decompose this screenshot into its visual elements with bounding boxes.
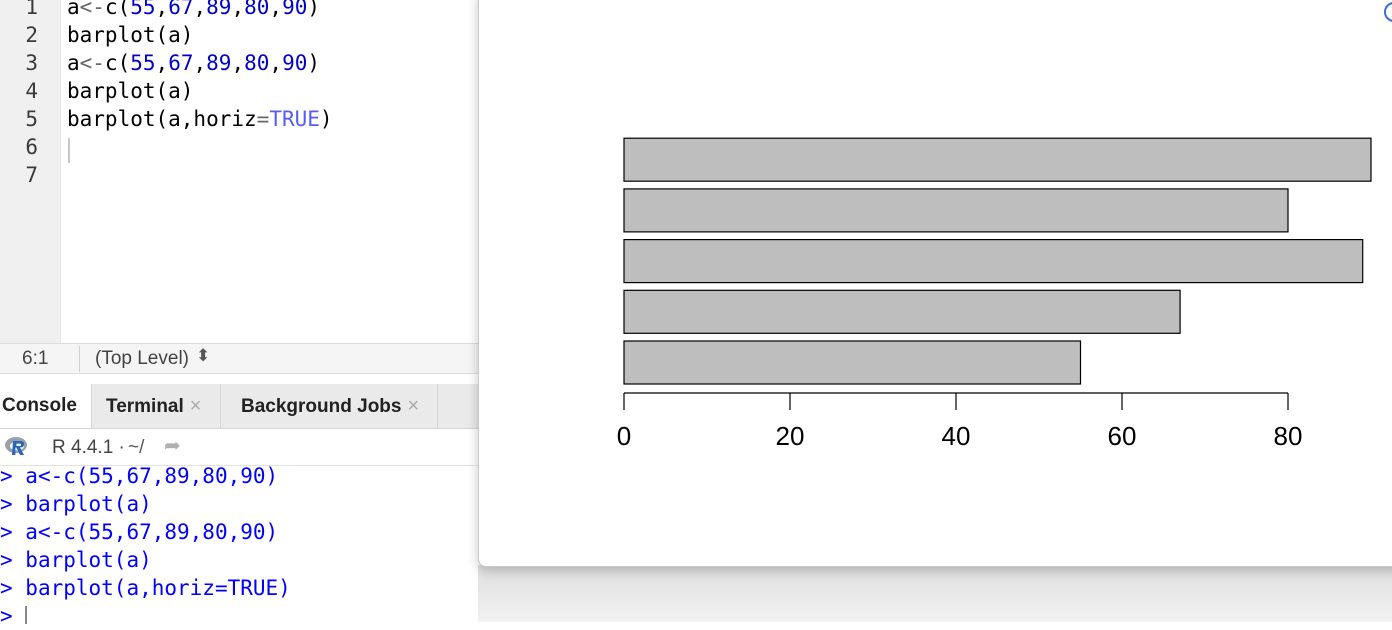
bar-1 [623,340,1082,385]
bar-3 [623,239,1364,284]
x-tick-label: 20 [776,421,805,451]
code-token: 80 [244,51,270,75]
console-history-line: > a<-c(55,67,89,80,90) [0,462,278,490]
plot-window[interactable]: 0 20 40 60 80 [478,0,1392,567]
code-token: ) [319,107,333,131]
code-line[interactable]: barplot(a) [67,77,193,105]
barplot-chart: 0 20 40 60 80 [617,137,1372,451]
console-history-line: > barplot(a) [0,490,152,518]
code-token: barplot(a) [67,79,194,103]
console-command: barplot(a) [25,492,152,516]
code-token: a [67,51,80,75]
tab-background-jobs[interactable]: Background Jobs × [222,384,438,428]
console-command: a<-c(55,67,89,80,90) [25,520,279,544]
console-history-line: > barplot(a,horiz=TRUE) [0,574,291,602]
code-token: ) [307,0,321,19]
console-command: barplot(a,horiz=TRUE) [25,576,291,600]
scope-selector[interactable]: (Top Level) [95,348,189,370]
status-divider [79,346,80,372]
code-token: 80 [244,0,270,19]
code-token: 55 [130,0,156,19]
r-logo-icon [5,437,27,455]
line-number: 3 [25,51,38,75]
line-number: 6 [25,135,38,159]
working-directory: ~/ [128,437,145,458]
source-editor[interactable]: 1234567 a<-c(55,67,89,80,90) barplot(a) a<… [0,0,478,343]
code-token: 90 [282,51,308,75]
console-command: a<-c(55,67,89,80,90) [25,464,279,488]
code-token: 67 [168,0,194,19]
x-tick-label: 0 [617,421,631,451]
code-token: barplot(a) [67,23,194,47]
tab-console-label: Console [2,395,77,416]
updown-chevron-icon[interactable]: ⬍ [196,346,210,366]
code-token: , [193,0,207,19]
console-output[interactable]: > a<-c(55,67,89,80,90) > barplot(a) > a<-c… [0,464,478,628]
code-token: a [67,0,80,19]
code-line[interactable]: barplot(a,horiz=TRUE) [67,105,333,133]
code-token: ) [307,51,321,75]
code-token: 67 [168,51,194,75]
bar-4 [623,188,1289,233]
window-edge-icon [1384,2,1392,22]
text-cursor [68,138,70,163]
console-prompt: > [0,548,26,572]
tab-console[interactable]: Console [0,384,92,428]
line-number-gutter: 1 2 3 4 5 6 7 [0,0,61,343]
cursor-position: 6:1 [22,348,49,369]
window-shadow [478,565,1392,622]
console-prompt: > [0,492,26,516]
x-tick-label: 80 [1274,421,1303,451]
console-cursor [25,606,27,624]
code-token: 90 [282,0,308,19]
x-tick-label: 60 [1108,421,1137,451]
tab-terminal[interactable]: Terminal × [91,384,221,428]
console-prompt: > [0,520,26,544]
tab-terminal-label: Terminal [106,396,184,417]
line-number: 5 [25,107,38,131]
line-number: 2 [25,23,38,47]
console-prompt: > [0,604,13,628]
goto-directory-icon[interactable]: ➦ [164,433,181,458]
code-token: 55 [130,51,156,75]
line-number: 4 [25,79,38,103]
line-number: 7 [25,163,38,187]
code-token: , [193,51,207,75]
code-token: , [231,51,245,75]
console-input-prompt[interactable]: > [0,602,13,630]
code-token: , [269,51,283,75]
code-line[interactable]: a<-c(55,67,89,80,90) [67,49,320,77]
console-tab-bar: Console Terminal × Background Jobs × [0,384,478,429]
code-line[interactable]: a<-c(55,67,89,80,90) [67,0,320,21]
code-token: <- [79,51,105,75]
code-token: , [155,51,169,75]
code-token: barplot(a,horiz [67,107,257,131]
code-token: , [155,0,169,19]
console-history-line: > a<-c(55,67,89,80,90) [0,518,278,546]
console-prompt: > [0,576,26,600]
x-tick-label: 40 [942,421,971,451]
tab-background-jobs-label: Background Jobs [241,396,402,417]
code-token: 89 [206,51,232,75]
bar-2 [623,289,1181,334]
r-version-label: R 4.4.1 · [52,437,125,458]
console-header: R 4.4.1 · ~/ ➦ [0,429,478,466]
close-icon[interactable]: × [407,395,419,417]
code-line[interactable]: barplot(a) [67,21,193,49]
editor-status-bar: 6:1 (Top Level) ⬍ [0,343,478,374]
console-history-line: > barplot(a) [0,546,152,574]
bar-5 [623,137,1372,182]
code-token: = [256,107,270,131]
code-token: 89 [206,0,232,19]
code-token: c( [104,0,131,19]
line-number: 1 [25,0,38,19]
console-command: barplot(a) [25,548,152,572]
code-token: TRUE [269,107,320,131]
close-icon[interactable]: × [190,395,202,417]
code-token: <- [79,0,105,19]
console-prompt: > [0,464,26,488]
code-token: c( [104,51,131,75]
code-token: , [269,0,283,19]
code-token: , [231,0,245,19]
